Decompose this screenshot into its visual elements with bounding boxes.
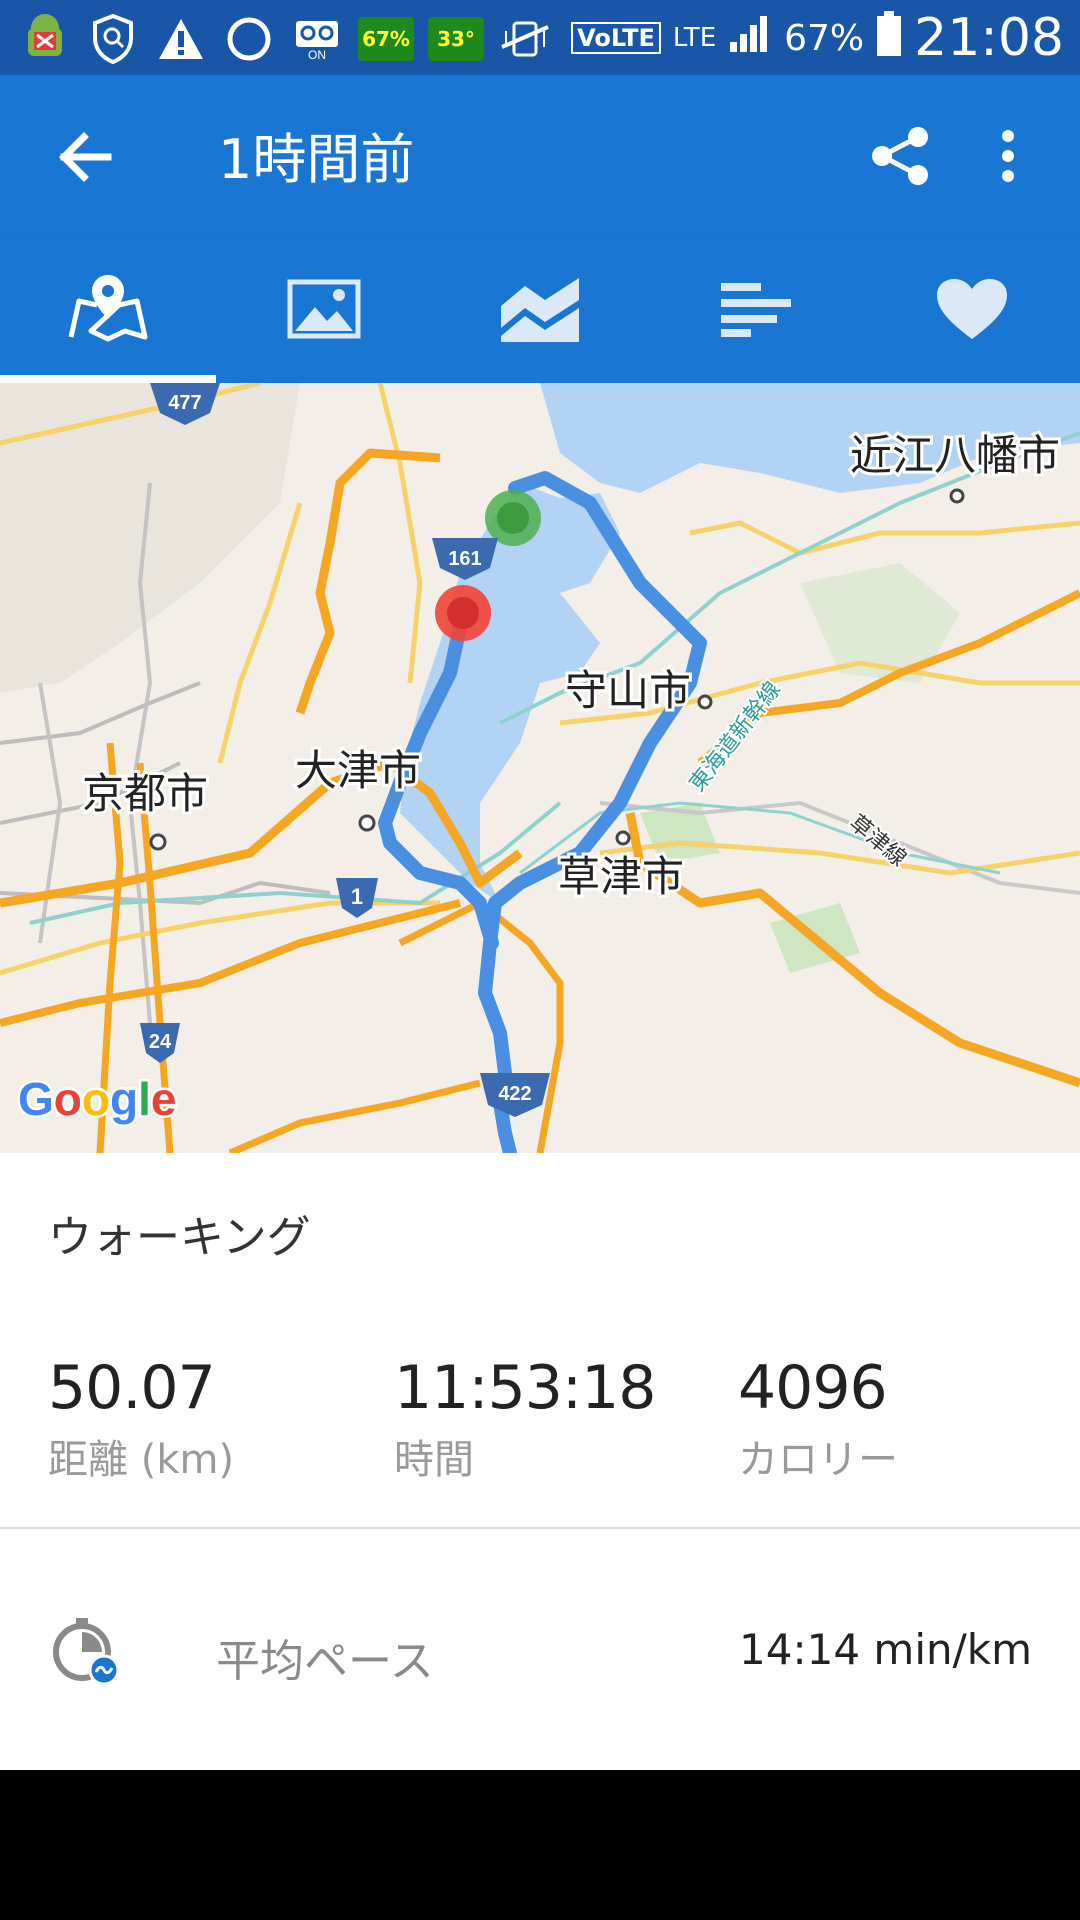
tab-bar [0,235,1080,383]
temperature-badge: 33° [428,17,484,61]
tab-photos[interactable] [216,235,432,383]
activity-summary: ウォーキング 50.07 距離 (km) 11:53:18 時間 4096 カロ… [0,1153,1080,1770]
calories-value: 4096 [738,1353,888,1423]
network-type: LTE [672,23,717,53]
system-nav-bar [0,1770,1080,1920]
tab-favorite[interactable] [864,235,1080,383]
image-icon [287,279,361,339]
svg-text:1: 1 [351,884,363,909]
battery-percent: 67% [784,17,865,59]
warning-icon [154,12,208,66]
place-dot [615,830,631,846]
shield-search-icon [86,12,140,66]
status-bar: ON 67% 33° VoLTE LTE 67% 21:08 [0,0,1080,75]
svg-text:477: 477 [168,392,201,414]
label-otsu: 大津市 [295,746,421,795]
heart-icon [937,279,1007,339]
label-kyoto: 京都市 [82,769,208,818]
tab-charts[interactable] [432,235,648,383]
map-canvas: 477 161 1 24 422 近江八幡市 守山市 京都市 大津市 草津市 東… [0,383,1080,1153]
signal-icon [728,14,772,63]
place-dot [949,488,965,504]
arrow-left-icon [59,132,112,182]
voicemail-icon: ON [290,12,344,66]
label-omihachiman: 近江八幡市 [850,431,1060,480]
place-dot [149,833,167,851]
place-dot [358,814,376,832]
tab-indicator [0,375,216,383]
duration-label: 時間 [394,1437,474,1483]
volte-label: VoLTE [571,22,661,54]
area-chart-icon [501,278,579,342]
clock: 21:08 [914,8,1064,68]
activity-type: ウォーキング [48,1212,311,1263]
route-map[interactable]: 477 161 1 24 422 近江八幡市 守山市 京都市 大津市 草津市 東… [0,383,1080,1153]
app-bar: 1時間前 [0,75,1080,235]
status-right: VoLTE LTE 67% 21:08 [571,6,1064,70]
pace-value: 14:14 min/km [739,1625,1032,1674]
distance-value: 50.07 [48,1353,216,1423]
svg-text:24: 24 [149,1031,172,1053]
vibrate-mute-icon [498,12,552,66]
more-vert-icon [1002,130,1014,182]
svg-text:161: 161 [448,548,481,570]
pace-row: 平均ペース 14:14 min/km [0,1529,1080,1770]
google-logo: Google [18,1073,176,1125]
more-options-button[interactable] [990,123,1026,189]
tab-splits[interactable] [648,235,864,383]
battery-app-badge: 67% [358,17,414,61]
map-icon [68,275,148,342]
place-dot [697,694,713,710]
distance-label: 距離 (km) [48,1437,235,1483]
tab-map[interactable] [0,235,216,383]
stat-duration: 11:53:18 時間 [394,1353,656,1485]
battery-icon [876,10,902,66]
calories-label: カロリー [738,1437,898,1483]
duration-value: 11:53:18 [394,1353,656,1423]
label-moriyama: 守山市 [565,666,691,715]
pace-label: 平均ペース [216,1636,434,1687]
stat-calories: 4096 カロリー [738,1353,898,1485]
stat-distance: 50.07 距離 (km) [48,1353,234,1485]
svg-text:422: 422 [498,1083,531,1105]
svg-text:ON: ON [308,48,326,61]
label-kusatsu: 草津市 [558,852,684,901]
back-button[interactable] [50,127,120,187]
stopwatch-icon [50,1614,122,1686]
share-button[interactable] [868,123,934,189]
bars-icon [721,283,791,337]
android-debug-icon [18,12,72,66]
notification-icons: ON 67% 33° [18,10,552,68]
share-icon [872,127,928,185]
page-title: 1時間前 [218,128,415,191]
circle-icon [222,12,276,66]
